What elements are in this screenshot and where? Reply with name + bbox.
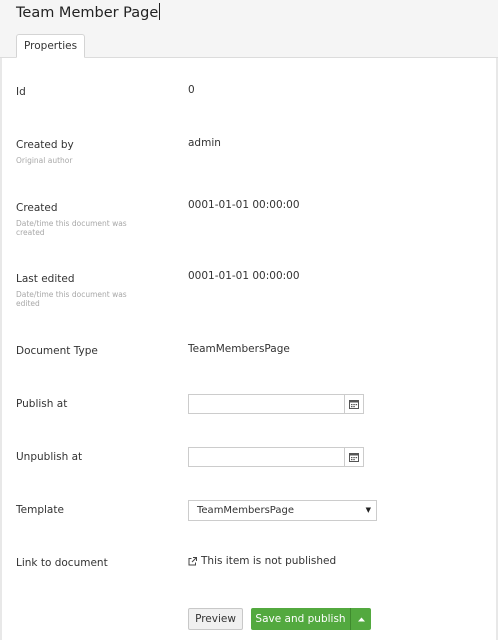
unpublish-at-input[interactable] [189, 448, 344, 466]
id-label: Id [16, 86, 26, 98]
link-to-document-label: Link to document [16, 557, 108, 569]
unpublish-at-field [188, 447, 364, 467]
created-label: Created [16, 202, 58, 214]
external-link-icon [188, 556, 197, 565]
link-to-document-status: This item is not published [188, 555, 336, 567]
created-by-value: admin [188, 137, 221, 149]
last-edited-value: 0001-01-01 00:00:00 [188, 270, 300, 282]
id-value: 0 [188, 84, 195, 96]
text-cursor [159, 3, 161, 20]
publish-at-calendar-button[interactable] [344, 395, 363, 413]
created-by-description: Original author [16, 156, 73, 165]
page-name-input[interactable]: Team Member Page [16, 3, 161, 21]
save-and-publish-button[interactable]: Save and publish [251, 608, 350, 630]
calendar-icon [349, 453, 359, 462]
publish-at-label: Publish at [16, 398, 68, 410]
link-to-document-text: This item is not published [201, 555, 337, 567]
publish-at-input[interactable] [189, 395, 344, 413]
document-type-label: Document Type [16, 345, 98, 357]
document-type-value: TeamMembersPage [188, 343, 290, 355]
unpublish-at-calendar-button[interactable] [344, 448, 363, 466]
caret-up-icon [357, 617, 365, 621]
save-options-dropdown-button[interactable] [350, 608, 371, 630]
caret-down-icon: ▼ [365, 506, 371, 514]
tab-properties[interactable]: Properties [16, 34, 86, 58]
preview-button[interactable]: Preview [188, 608, 243, 630]
template-label: Template [16, 504, 64, 516]
created-value: 0001-01-01 00:00:00 [188, 199, 300, 211]
created-description: Date/time this document was created [16, 219, 127, 237]
created-by-label: Created by [16, 139, 74, 151]
template-select[interactable]: TeamMembersPage ▼ [188, 500, 377, 521]
last-edited-label: Last edited [16, 273, 75, 285]
unpublish-at-label: Unpublish at [16, 451, 83, 463]
publish-at-field [188, 394, 364, 414]
last-edited-description: Date/time this document was edited [16, 290, 127, 308]
template-selected-value: TeamMembersPage [197, 505, 294, 516]
editor-header: Team Member Page Properties [0, 0, 498, 58]
calendar-icon [349, 400, 359, 409]
